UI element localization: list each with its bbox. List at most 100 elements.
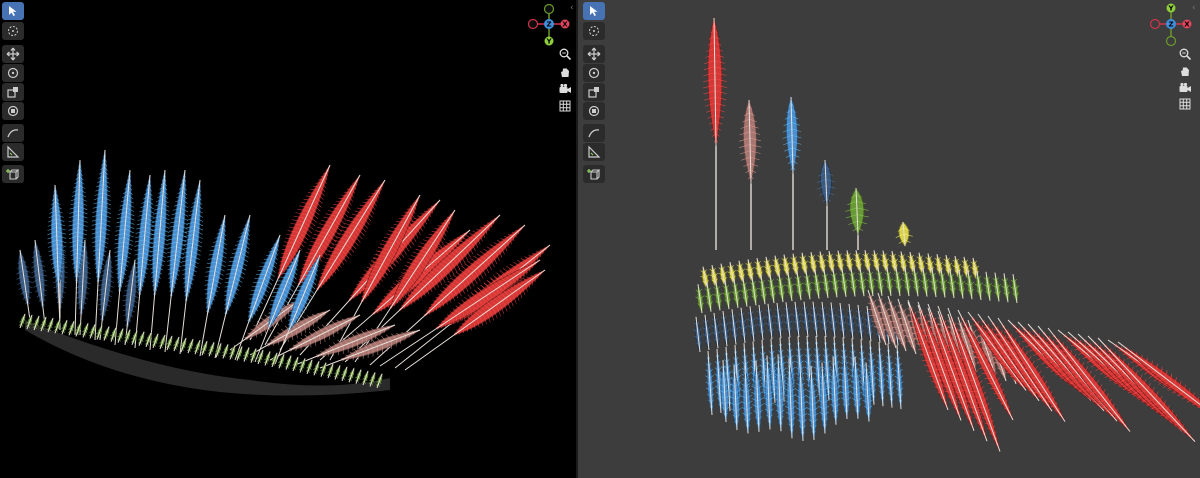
transform-tool-button[interactable] (2, 102, 24, 120)
annotate-tool-button[interactable] (2, 124, 24, 142)
navigation-gizmo-right[interactable]: Y X Z (1148, 2, 1194, 48)
wing-feather (810, 301, 820, 339)
wing-feather (729, 309, 739, 346)
wing-feather (819, 301, 829, 339)
navigation-gizmo-left[interactable]: Y X Z (526, 2, 572, 48)
gizmo-y-label: Y (1167, 5, 1174, 13)
zoom-icon[interactable] (557, 46, 573, 62)
feather-sample (895, 221, 913, 247)
wing-render-right[interactable] (578, 0, 1200, 478)
covert-feather (312, 360, 320, 376)
select-box-tool-button[interactable] (583, 2, 605, 20)
rotate-tool-button[interactable] (2, 64, 24, 82)
cursor-tool-button[interactable] (583, 22, 605, 40)
scale-tool-button[interactable] (583, 83, 605, 101)
wing-feather (848, 267, 858, 298)
add-cube-tool-button[interactable] (583, 165, 605, 183)
covert-feather (319, 361, 327, 377)
pan-hand-icon[interactable] (1177, 63, 1193, 79)
covert-feather (116, 327, 124, 343)
wing-feather (738, 307, 748, 345)
feather-sample (816, 159, 836, 207)
covert-feather (305, 359, 313, 375)
camera-icon[interactable] (1177, 80, 1193, 96)
covert-feather (137, 330, 145, 347)
covert-feather (102, 325, 110, 341)
cursor-tool-button[interactable] (2, 22, 24, 40)
pan-hand-icon[interactable] (557, 64, 573, 80)
gizmo-y-negative[interactable] (543, 3, 555, 15)
zoom-icon[interactable] (1177, 46, 1193, 62)
wing-feather (801, 301, 811, 339)
covert-feather (95, 324, 103, 340)
wing-feather (839, 267, 849, 298)
ruler-icon (588, 145, 601, 158)
wing-feather (747, 306, 757, 343)
blue-feather (68, 159, 88, 336)
covert-feather (193, 339, 201, 355)
gizmo-x-negative[interactable] (1149, 18, 1161, 30)
sidebar-toggle-right[interactable]: ‹ (1192, 4, 1196, 13)
wing-feather (992, 272, 1002, 303)
select-box-tool-button[interactable] (2, 2, 24, 20)
gizmo-x-label: X (562, 21, 568, 29)
gizmo-y-label: Y (545, 38, 552, 46)
covert-feather (326, 363, 334, 379)
wing-feather (830, 268, 840, 299)
rotate-icon (588, 67, 600, 79)
blue-feather (114, 169, 135, 346)
covert-feather (67, 320, 75, 336)
move-arrows-icon (587, 47, 601, 61)
blue-feather (134, 174, 155, 349)
wing-feather (894, 345, 904, 410)
move-tool-button[interactable] (2, 45, 24, 63)
transform-tool-button[interactable] (583, 102, 605, 120)
feather-sample (782, 95, 802, 174)
wing-feather (792, 301, 802, 339)
covert-feather (340, 366, 348, 382)
wing-feather (711, 312, 721, 350)
blue-feather (839, 353, 852, 420)
covert-feather (270, 352, 278, 368)
wing-feather (774, 302, 784, 340)
covert-feather (298, 357, 306, 373)
gizmo-x-negative[interactable] (527, 18, 539, 30)
covert-feather (228, 344, 236, 360)
wing-feather (821, 269, 831, 299)
covert-feather (88, 323, 96, 339)
covert-feather (263, 350, 271, 366)
wing-feather (776, 273, 786, 304)
gizmo-y-negative[interactable] (1165, 35, 1177, 47)
rotate-tool-button[interactable] (583, 64, 605, 82)
annotate-tool-button[interactable] (583, 124, 605, 142)
ruler-icon (7, 145, 20, 158)
gizmo-z-label: Z (546, 21, 551, 29)
covert-feather (158, 334, 166, 350)
wing-feather (756, 304, 766, 342)
wing-feather (1001, 273, 1011, 304)
wing-feather (794, 271, 804, 302)
wing-feather (876, 342, 886, 407)
feather-sample (703, 16, 728, 146)
covert-feather (221, 343, 229, 359)
wing-feather (828, 302, 838, 339)
scale-tool-button[interactable] (2, 83, 24, 101)
viewport-left[interactable]: Y X Z ‹ (0, 0, 576, 478)
ortho-grid-icon[interactable] (1177, 96, 1193, 112)
move-tool-button[interactable] (583, 45, 605, 63)
wing-render-left[interactable] (0, 0, 576, 478)
ortho-grid-icon[interactable] (557, 98, 573, 114)
sidebar-toggle-left[interactable]: ‹ (570, 4, 574, 13)
viewport-right[interactable]: Y X Z ‹ (578, 0, 1200, 478)
cursor-target-icon (8, 26, 18, 36)
wing-feather (749, 276, 759, 307)
wing-feather (693, 316, 703, 354)
feather-sample (738, 98, 762, 185)
add-cube-tool-button[interactable] (2, 165, 24, 183)
camera-icon[interactable] (557, 81, 573, 97)
pencil-curve-icon (7, 129, 19, 138)
covert-feather (53, 318, 61, 334)
measure-tool-button[interactable] (2, 143, 24, 161)
gizmo-x-label: X (1184, 21, 1190, 29)
measure-tool-button[interactable] (583, 143, 605, 161)
